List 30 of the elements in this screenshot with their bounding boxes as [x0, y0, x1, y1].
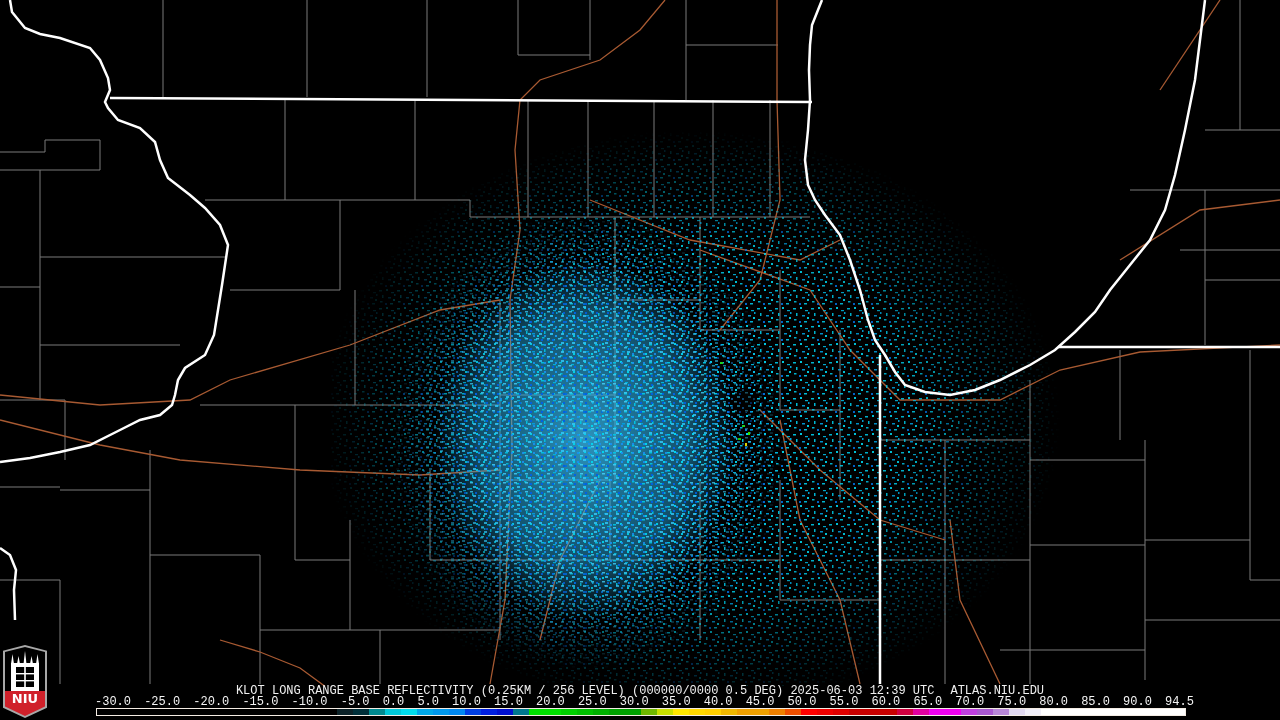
- product-caption: KLOT LONG RANGE BASE REFLECTIVITY (0.25KM / 256 LEVEL) (000000/0000 0.5 DEG) 2025-06-03 12:39 UTC: [235, 686, 935, 697]
- scale-label: 15.0: [494, 697, 523, 708]
- scale-label: -15.0: [242, 697, 279, 708]
- logo-text: NIU: [5, 691, 45, 716]
- scale-label: 85.0: [1081, 697, 1110, 708]
- scale-label: -10.0: [291, 697, 328, 708]
- scale-label: 5.0: [417, 697, 439, 708]
- scale-label: 75.0: [997, 697, 1027, 708]
- scale-label: -5.0: [340, 697, 370, 708]
- scale-label: 35.0: [661, 697, 691, 708]
- scale-label: -30.0: [95, 697, 131, 708]
- scale-label: 10.0: [452, 697, 481, 708]
- scale-label: 0.0: [382, 697, 405, 708]
- scale-label: 60.0: [871, 697, 901, 708]
- scale-label: 65.0: [913, 697, 943, 708]
- scale-label: -25.0: [144, 697, 181, 708]
- scale-label: -20.0: [193, 697, 230, 708]
- scale-label: 55.0: [829, 697, 859, 708]
- scale-label: 70.0: [955, 697, 985, 708]
- scale-label: 25.0: [577, 697, 607, 708]
- scale-label: 20.0: [536, 697, 565, 708]
- scale-label: 45.0: [745, 697, 775, 708]
- scale-label: 80.0: [1039, 697, 1069, 708]
- tower-icon: [5, 647, 45, 691]
- scale-label: 50.0: [787, 697, 817, 708]
- scale-label: 90.0: [1123, 697, 1152, 708]
- scale-label: 94.5: [1165, 697, 1194, 708]
- source-caption: ATLAS.NIU.EDU: [950, 686, 1045, 697]
- scale-label: 40.0: [703, 697, 733, 708]
- scale-label: 30.0: [619, 697, 649, 708]
